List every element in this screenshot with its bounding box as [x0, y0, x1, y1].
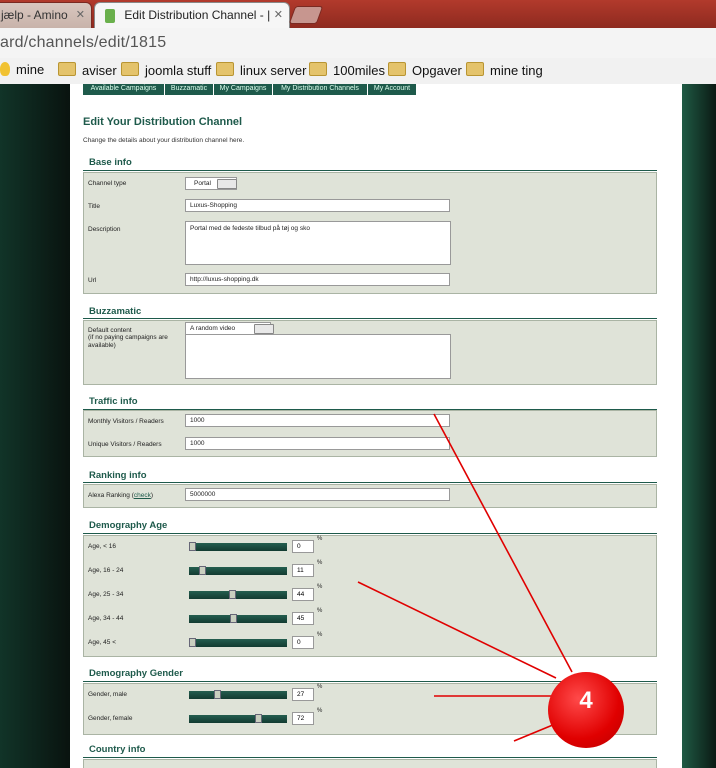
annotation-badge-number: 4 — [579, 687, 593, 714]
annotation-arrows — [357, 413, 573, 742]
annotation-line — [433, 413, 573, 673]
annotation-line — [357, 581, 557, 679]
